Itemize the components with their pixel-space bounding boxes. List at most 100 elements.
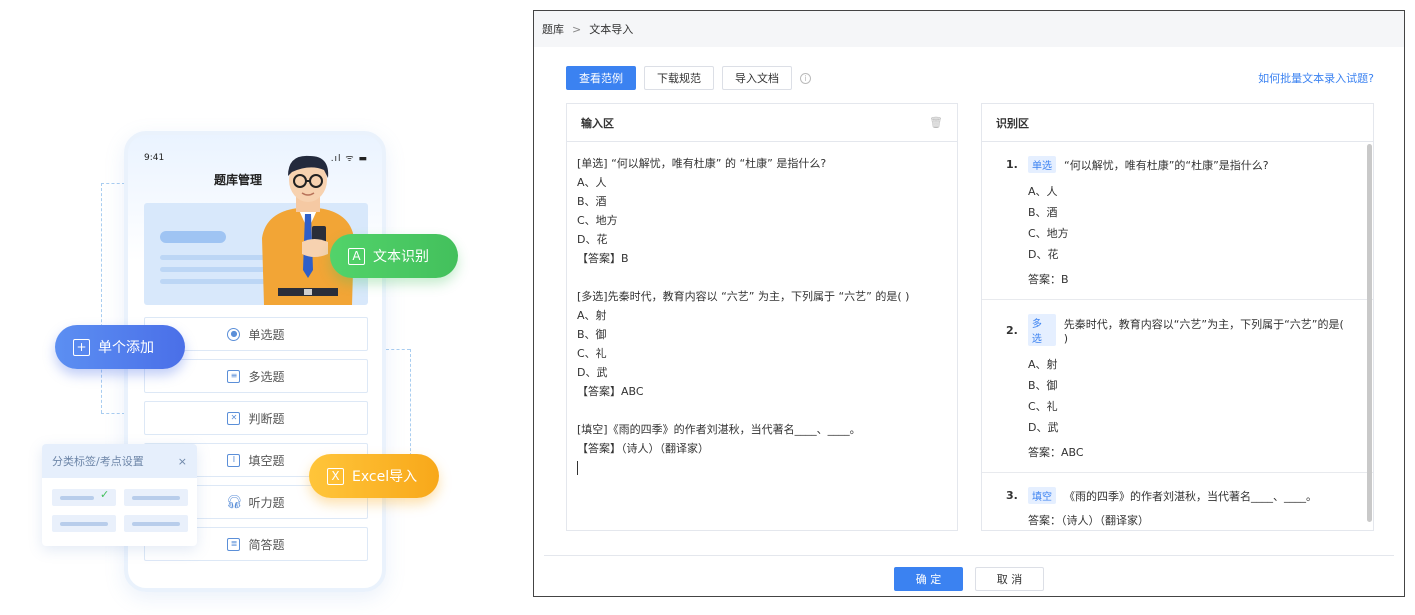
breadcrumb: 题库 > 文本导入	[534, 11, 1404, 47]
tag-settings-card: 分类标签/考点设置 × ✓	[42, 444, 197, 546]
question-option: B、酒	[1028, 206, 1058, 219]
close-icon[interactable]: ×	[178, 455, 187, 468]
input-line: [填空]《雨的四季》的作者刘湛秋，当代著名____、____。	[577, 423, 861, 436]
input-panel: 输入区 🗑︎ [单选] “何以解忧，唯有杜康” 的 “杜康” 是指什么? A、人…	[566, 103, 958, 531]
input-line: D、武	[577, 366, 608, 379]
question-option: A、人	[1028, 185, 1058, 198]
connector-line	[101, 183, 125, 184]
question-answer: 答案：B	[1028, 273, 1069, 286]
question-option: C、礼	[1028, 400, 1058, 413]
question-type-tag: 填空	[1028, 487, 1056, 504]
import-doc-button[interactable]: 导入文档	[722, 66, 792, 90]
radio-icon: ●	[227, 327, 241, 341]
question-type-tag: 单选	[1028, 156, 1056, 173]
question-type-label: 单选题	[248, 327, 285, 342]
input-line: A、人	[577, 176, 607, 189]
input-line-blank	[577, 401, 947, 420]
confirm-button[interactable]: 确 定	[894, 567, 963, 591]
chip-label: Excel导入	[352, 469, 418, 485]
connector-line	[101, 413, 125, 414]
connector-line	[410, 349, 411, 461]
chip-label: 单个添加	[98, 340, 154, 356]
question-type-judge[interactable]: ✕ 判断题	[144, 401, 368, 435]
list-icon: ≡	[227, 369, 241, 383]
tag-settings-header: 分类标签/考点设置 ×	[42, 444, 197, 478]
question-option: C、地方	[1028, 227, 1069, 240]
connector-line	[101, 183, 102, 413]
dialog-footer-divider	[544, 555, 1394, 556]
question-type-label: 简答题	[248, 537, 285, 552]
teacher-illustration	[262, 155, 354, 305]
input-line: C、礼	[577, 347, 607, 360]
single-add-chip[interactable]: + 单个添加	[55, 325, 185, 369]
question-option: D、武	[1028, 421, 1059, 434]
dialog-footer: 确 定 取 消	[894, 567, 1044, 591]
feature-illustration: 9:41 .ıl ᯤ ▬ 题库管理 ● 单选题 ≡ 多选题 ✕ 判断题 I 填空…	[0, 0, 520, 615]
recognized-question[interactable]: 3. 填空 《雨的四季》的作者刘湛秋，当代著名____、____。 答案：（诗人…	[982, 473, 1373, 530]
recognized-question[interactable]: 1. 单选 “何以解忧，唯有杜康”的“杜康”是指什么? A、人 B、酒 C、地方…	[982, 142, 1373, 300]
help-link[interactable]: 如何批量文本录入试题?	[1258, 70, 1374, 86]
question-option: D、花	[1028, 248, 1059, 261]
question-option: A、射	[1028, 358, 1058, 371]
input-line: B、御	[577, 328, 607, 341]
question-text: 先秦时代，教育内容以“六艺”为主，下列属于“六艺”的是( )	[1063, 317, 1344, 345]
question-type-label: 判断题	[248, 411, 285, 426]
excel-import-chip[interactable]: X Excel导入	[309, 454, 439, 498]
question-option: B、御	[1028, 379, 1058, 392]
check-icon: ✓	[100, 488, 110, 501]
question-text: “何以解忧，唯有杜康”的“杜康”是指什么?	[1064, 158, 1269, 172]
input-line: [单选] “何以解忧，唯有杜康” 的 “杜康” 是指什么?	[577, 157, 827, 170]
question-answer: 答案：ABC	[1028, 446, 1084, 459]
headphones-icon: 🎧︎	[225, 494, 243, 510]
text-import-dialog: 题库 > 文本导入 查看范例 下载规范 导入文档 i 如何批量文本录入试题? 输…	[533, 10, 1405, 597]
question-number: 1.	[1006, 158, 1018, 171]
breadcrumb-separator: >	[572, 22, 582, 36]
input-line: 【答案】（诗人）（翻译家）	[577, 442, 709, 455]
question-type-multiple[interactable]: ≡ 多选题	[144, 359, 368, 393]
question-number: 2.	[1006, 323, 1018, 337]
input-line: D、花	[577, 233, 608, 246]
connector-line	[386, 349, 410, 350]
input-textarea[interactable]: [单选] “何以解忧，唯有杜康” 的 “杜康” 是指什么? A、人 B、酒 C、…	[567, 142, 957, 487]
question-answer: 答案：（诗人）（翻译家）	[1028, 514, 1149, 527]
tag-option[interactable]	[124, 489, 188, 506]
view-example-button[interactable]: 查看范例	[566, 66, 636, 90]
toolbar: 查看范例 下载规范 导入文档 i	[566, 66, 811, 90]
question-type-label: 听力题	[248, 495, 285, 510]
breadcrumb-item-bank[interactable]: 题库	[542, 21, 564, 37]
input-line: 【答案】B	[577, 252, 629, 265]
phone-time: 9:41	[144, 153, 165, 163]
excel-file-icon: X	[327, 467, 344, 485]
text-scan-icon: A	[348, 247, 365, 265]
cancel-button[interactable]: 取 消	[975, 567, 1044, 591]
question-type-label: 多选题	[248, 369, 285, 384]
input-line: B、酒	[577, 195, 607, 208]
download-spec-button[interactable]: 下载规范	[644, 66, 714, 90]
recognized-question[interactable]: 2. 多选 先秦时代，教育内容以“六艺”为主，下列属于“六艺”的是( ) A、射…	[982, 300, 1373, 473]
cross-box-icon: ✕	[227, 411, 241, 425]
text-cursor-icon: I	[227, 453, 241, 467]
question-type-label: 填空题	[248, 453, 285, 468]
tag-option[interactable]: ✓	[52, 488, 116, 506]
input-line: C、地方	[577, 214, 618, 227]
question-number: 3.	[1006, 489, 1018, 502]
text-cursor	[577, 461, 578, 475]
recognition-panel-title: 识别区	[996, 116, 1029, 130]
recognition-scrollbar[interactable]	[1367, 144, 1372, 522]
text-recognition-chip[interactable]: A 文本识别	[330, 234, 458, 278]
input-line: 【答案】ABC	[577, 385, 644, 398]
document-icon: ≣	[227, 537, 241, 551]
input-line: A、射	[577, 309, 607, 322]
trash-icon[interactable]: 🗑︎	[929, 116, 943, 129]
info-icon[interactable]: i	[800, 72, 811, 84]
plus-icon: +	[73, 338, 90, 356]
input-line: [多选]先秦时代，教育内容以 “六艺” 为主，下列属于 “六艺” 的是( )	[577, 290, 910, 303]
recognition-panel: 识别区 1. 单选 “何以解忧，唯有杜康”的“杜康”是指什么? A、人 B、酒 …	[981, 103, 1374, 531]
recognition-panel-header: 识别区	[982, 104, 1373, 142]
question-type-tag: 多选	[1027, 314, 1056, 346]
tag-option[interactable]	[52, 515, 116, 532]
tag-option[interactable]	[124, 515, 188, 532]
input-line-blank	[577, 268, 947, 287]
input-panel-title: 输入区	[581, 116, 614, 130]
breadcrumb-item-current: 文本导入	[589, 23, 634, 36]
